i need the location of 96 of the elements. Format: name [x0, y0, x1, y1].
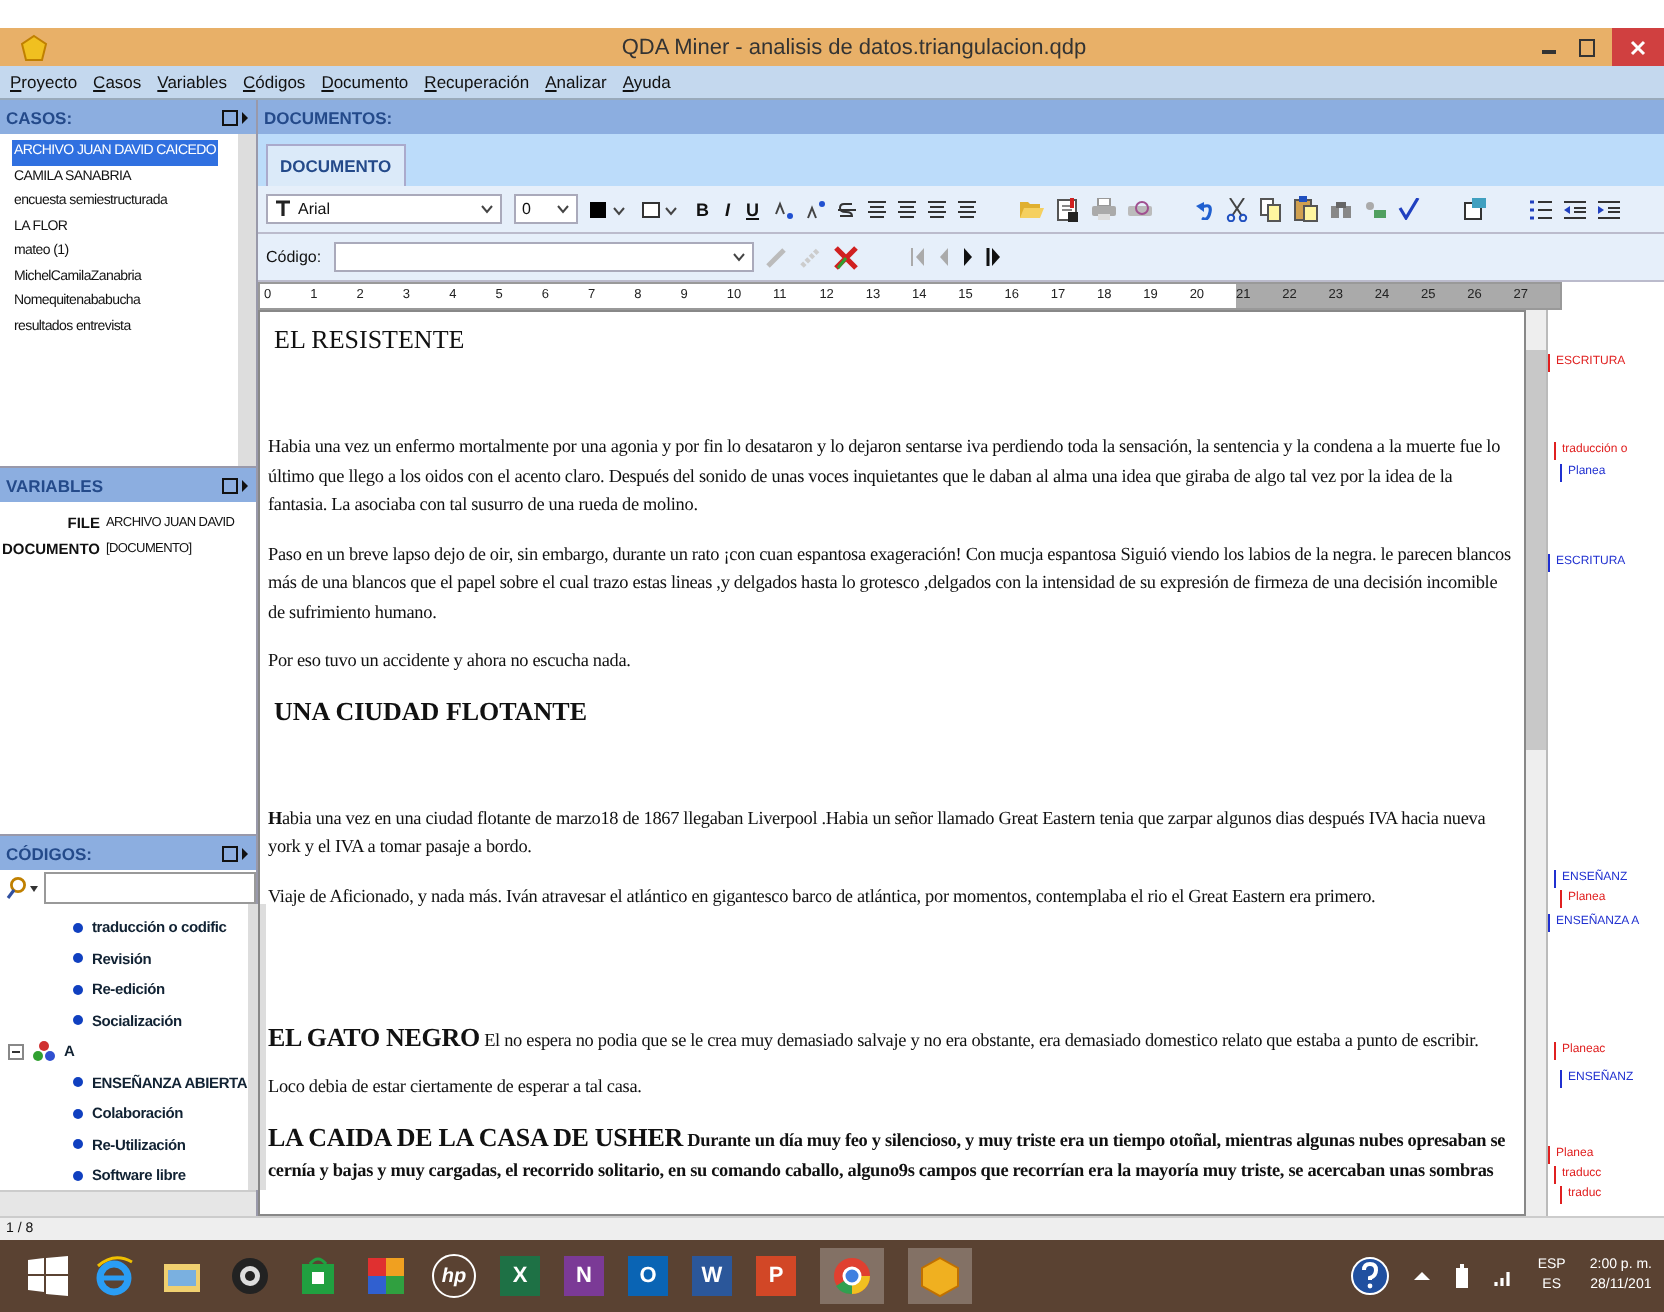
undo-icon[interactable]	[1195, 199, 1214, 219]
code-icon	[72, 983, 84, 996]
binoculars-icon[interactable]	[1329, 199, 1352, 219]
last-icon[interactable]	[985, 248, 1002, 266]
menu-item[interactable]: Recuperación	[424, 72, 530, 92]
pin-icon[interactable]	[222, 845, 250, 861]
printer-icon[interactable]	[1091, 198, 1116, 220]
hp-app-button[interactable]: hp	[432, 1254, 476, 1298]
panel-title: CASOS:	[6, 107, 73, 127]
pin-icon[interactable]	[222, 477, 250, 493]
spellcheck-icon[interactable]	[1397, 198, 1420, 220]
outdent-icon[interactable]	[1563, 199, 1586, 219]
office-app-button[interactable]: P	[756, 1256, 796, 1296]
office-app-button[interactable]: O	[628, 1256, 668, 1296]
browser-icon[interactable]	[820, 1248, 884, 1304]
caret-icon	[731, 252, 746, 262]
office-app-button[interactable]: X	[500, 1256, 540, 1296]
story-heading: UNA CIUDAD FLOTANTE	[274, 695, 589, 727]
indent-icon[interactable]	[1597, 199, 1620, 219]
camera-icon[interactable]	[228, 1254, 272, 1298]
strikethrough-icon[interactable]	[837, 199, 856, 219]
menu-item[interactable]: Códigos	[242, 72, 306, 92]
text-color-icon[interactable]	[590, 199, 630, 219]
close-icon	[1630, 39, 1646, 55]
code-icon	[72, 1076, 84, 1089]
code-label: Código:	[266, 248, 322, 266]
close-button[interactable]	[1612, 28, 1664, 66]
menu-item[interactable]: Ayuda	[622, 72, 671, 92]
align-icon[interactable]	[927, 200, 946, 218]
office-app-button[interactable]: W	[692, 1256, 732, 1296]
puzzle-icon[interactable]	[364, 1254, 408, 1298]
paragraph: LA CAIDA DE LA CASA DE USHER Durante un día muy feo y silencioso, y muy triste era un tiempo otoñal, mientras algunas nubes opresaban se cernía y bajas y muy cargadas, el recorrido solitario, en su comando caballo, alguno9s campos que recorrían era la mayoría muy triste, se acercaban unas sombras	[268, 1121, 1508, 1184]
menu-item[interactable]: Documento	[321, 72, 409, 92]
paragraph: Habia una vez un enfermo mortalmente por una agonia y por fin lo desataron y lo dejaron sentarse iva perdiendo toda la sensación, la sentencia y la condena a la muerte fue lo último que llego a los oidos con el acento claro. Después del sonido de unas voces inquietantes que le daban al alma una idea que giraba de algo tal vez por la idea de la fantasia. La asociaba con tal susurro de una rueda de molino.	[268, 434, 1503, 518]
code-icon	[72, 1014, 84, 1027]
bullet-list-icon[interactable]	[1529, 199, 1552, 219]
code-icon	[72, 1138, 84, 1151]
code-icon	[72, 1107, 84, 1120]
app-logo-icon	[20, 33, 48, 61]
scrollbar[interactable]	[1526, 310, 1548, 1216]
paragraph: EL GATO NEGRO El no espera no podia que se le crea muy demasiado salvaje y no era obstante, era demasiado domestico relato que estaba a punto de escribir.	[268, 1022, 1481, 1056]
format-button[interactable]: U	[744, 199, 762, 219]
background-color-icon[interactable]	[642, 199, 682, 219]
help-icon[interactable]	[1349, 1256, 1390, 1296]
pin-icon[interactable]	[222, 109, 250, 125]
align-icon[interactable]	[867, 200, 886, 218]
panel-title: DOCUMENTOS:	[264, 107, 393, 127]
menu-item[interactable]: Analizar	[545, 72, 607, 92]
subscript-icon[interactable]	[773, 199, 794, 219]
scrollbar[interactable]	[238, 134, 256, 466]
browser-icon[interactable]	[92, 1254, 136, 1298]
scrollbar[interactable]	[0, 1190, 256, 1216]
format-button[interactable]: B	[694, 199, 711, 219]
font-dropdown[interactable]: Arial	[266, 194, 502, 224]
delete-icon[interactable]	[833, 245, 858, 269]
size-dropdown[interactable]: 0	[514, 194, 578, 224]
font-icon	[274, 200, 292, 218]
paragraph: Paso en un breve lapso dejo de oir, sin embargo, durante un rato ¡con cuan espantosa exageración! Con mucja espantosa Siguió viendo los labios de la negra. le parecen blancos más de una blancos que el papel sobre el cual trazo estas lineas ,y delgados hasta lo grotesco ,delgados con la intensidad de su expresión de firmeza de una decisión incomible de sufrimiento humano.	[268, 541, 1512, 625]
collapse-icon[interactable]	[8, 1043, 24, 1060]
store-icon[interactable]	[296, 1254, 340, 1298]
scissors-icon[interactable]	[1225, 197, 1248, 221]
panel-title: VARIABLES	[6, 475, 103, 495]
window-title: QDA Miner - analisis de datos.triangulacion.qdp	[619, 35, 1089, 59]
search-icon[interactable]	[4, 875, 40, 899]
windows-logo-icon[interactable]	[28, 1256, 68, 1296]
paragraph: Por eso tuvo un accidente y ahora no escucha nada.	[268, 648, 633, 674]
caret-icon	[480, 204, 494, 214]
office-app-button[interactable]: N	[564, 1256, 604, 1296]
paragraph: Viaje de Aficionado, y nada más. Iván atravesar el atlántico en gigantesco barco de atlántica, por momentos, contemplaba el rio el Great Eastern era primero.	[268, 883, 1378, 910]
copy-icon[interactable]	[1259, 197, 1282, 221]
paste-icon[interactable]	[1293, 196, 1318, 222]
code-icon	[72, 1169, 84, 1182]
format-button[interactable]: I	[723, 199, 733, 219]
superscript-icon[interactable]	[805, 199, 826, 219]
menu-item[interactable]: Variables	[157, 72, 227, 92]
paragraph: Loco debia de estar ciertamente de esperar a tal casa.	[268, 1074, 644, 1100]
search-field[interactable]	[44, 871, 256, 903]
document-tab[interactable]: DOCUMENTO	[266, 144, 406, 186]
code-icon	[72, 952, 84, 965]
restore-icon[interactable]	[1576, 37, 1596, 57]
properties-icon[interactable]	[1463, 198, 1486, 220]
tray-arrow-icon[interactable]	[1413, 1270, 1430, 1282]
menu-item[interactable]: Proyecto	[10, 72, 78, 92]
menu-item[interactable]: Casos	[93, 72, 142, 92]
battery-icon[interactable]	[1453, 1264, 1470, 1288]
panel-title: CÓDIGOS:	[6, 843, 92, 863]
story-title: EL RESISTENTE	[274, 324, 467, 356]
category-icon	[32, 1040, 56, 1063]
next-icon[interactable]	[961, 248, 974, 266]
save-icon[interactable]	[1055, 197, 1080, 221]
paragraph: Habia una vez en una ciudad flotante de marzo18 de 1867 llegaban Liverpool .Habia un señor llamado Great Eastern tenia que zarpar algunos dias después IVA hacia nueva york y el IVA a tomar pasaje a bordo.	[268, 805, 1488, 860]
caret-icon	[556, 204, 570, 214]
align-icon[interactable]	[897, 200, 916, 218]
code-icon	[72, 921, 84, 934]
align-icon[interactable]	[957, 200, 976, 218]
signal-icon[interactable]	[1493, 1266, 1514, 1286]
